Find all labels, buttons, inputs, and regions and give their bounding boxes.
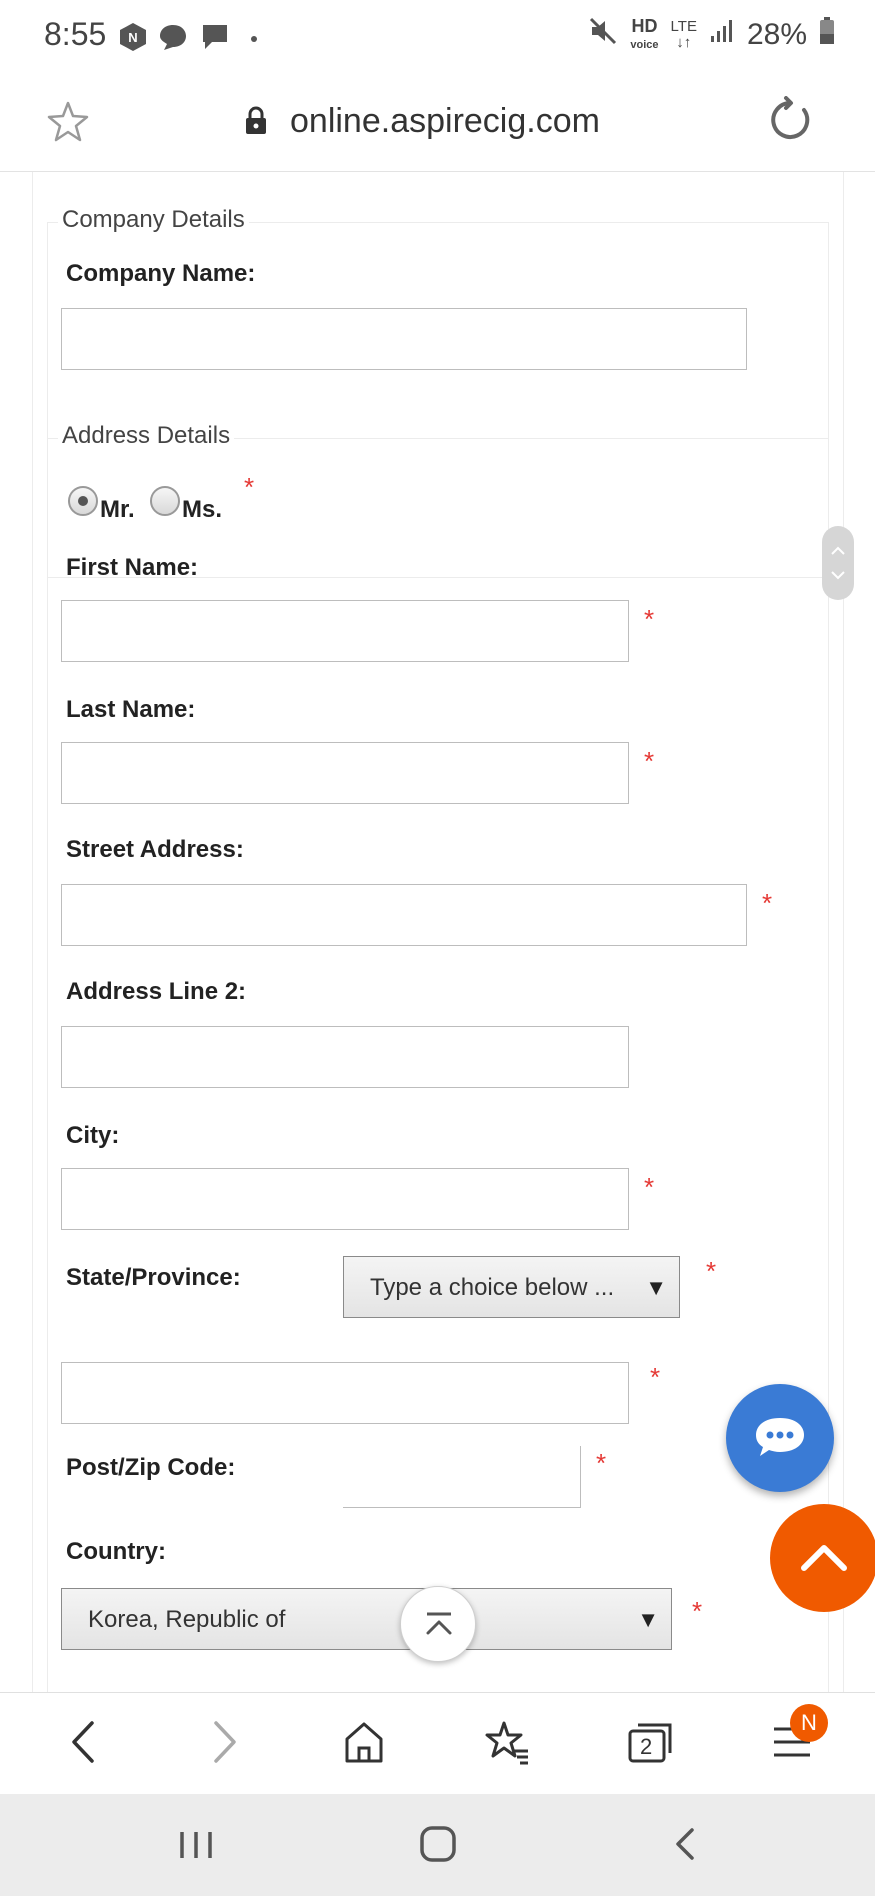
country-select-value: Korea, Republic of [88, 1606, 286, 1633]
company-name-input[interactable] [61, 308, 747, 370]
street-address-label: Street Address: [66, 836, 244, 863]
address-bar[interactable]: online.aspirecig.com [0, 72, 875, 172]
country-required-mark: * [692, 1596, 703, 1626]
state-text-required-mark: * [650, 1362, 661, 1392]
radio-ms[interactable] [150, 486, 180, 516]
address-details-legend: Address Details [58, 422, 235, 450]
browser-toolbar: 2 [0, 1692, 875, 1794]
first-name-required-mark: * [644, 604, 655, 634]
battery-percent: 28% [746, 18, 807, 51]
state-province-label: State/Province: [66, 1264, 241, 1291]
message-bubble-icon [158, 22, 188, 57]
lock-icon [244, 106, 268, 141]
company-name-label: Company Name: [66, 260, 256, 287]
radio-mr[interactable] [68, 486, 98, 516]
double-chevron-up-icon [423, 1609, 455, 1646]
tabs-icon[interactable]: 2 [626, 1717, 674, 1772]
lte-label: LTE [670, 18, 697, 35]
home-button-icon[interactable] [418, 1824, 458, 1869]
reload-icon[interactable] [766, 96, 814, 149]
chat-bubble-icon [752, 1414, 808, 1467]
chevron-up-icon [798, 1538, 850, 1579]
dropdown-arrow-icon: ▼ [645, 1275, 667, 1300]
status-time: 8:55 [44, 16, 107, 52]
url-text[interactable]: online.aspirecig.com [290, 102, 600, 141]
chat-notification-icon [200, 22, 230, 57]
signal-icon [709, 18, 735, 52]
post-zip-code-label: Post/Zip Code: [66, 1454, 236, 1481]
company-details-legend: Company Details [58, 206, 249, 234]
scroll-handle[interactable] [822, 526, 854, 600]
back-to-top-button[interactable] [770, 1504, 875, 1612]
last-name-label: Last Name: [66, 696, 196, 723]
lte-icon: LTE ↓↑ [670, 18, 697, 51]
first-name-input[interactable] [61, 600, 629, 662]
city-input[interactable] [61, 1168, 629, 1230]
street-address-required-mark: * [762, 888, 773, 918]
radio-ms-label: Ms. [182, 496, 223, 523]
last-name-input[interactable] [61, 742, 629, 804]
voice-label: voice [630, 38, 659, 51]
last-name-required-mark: * [644, 746, 655, 776]
state-province-select[interactable]: Type a choice below ... ▼ [343, 1256, 680, 1318]
radio-mr-label: Mr. [100, 496, 135, 523]
street-address-input[interactable] [61, 884, 747, 946]
forward-icon[interactable] [202, 1717, 246, 1772]
back-icon[interactable] [62, 1717, 106, 1772]
live-chat-button[interactable] [726, 1384, 834, 1492]
first-name-label: First Name: [66, 554, 199, 581]
country-label: Country: [66, 1538, 166, 1565]
status-indicators: HD voice LTE ↓↑ 28% [588, 16, 835, 54]
post-zip-code-input[interactable] [343, 1446, 581, 1508]
city-label: City: [66, 1122, 120, 1149]
city-required-mark: * [644, 1172, 655, 1202]
post-zip-code-required-mark: * [596, 1448, 607, 1478]
country-select[interactable]: Korea, Republic of ▼ [61, 1588, 672, 1650]
hd-voice-icon: HD voice [630, 15, 659, 53]
menu-notification-badge: N [790, 1704, 828, 1742]
state-select-value: Type a choice below ... [370, 1274, 615, 1301]
naver-notification-icon: N [118, 22, 148, 57]
hd-label: HD [631, 15, 658, 36]
bookmark-star-icon[interactable] [46, 100, 90, 149]
status-bar: 8:55 N HD voice LTE ↓↑ 28% [0, 0, 875, 72]
recent-apps-icon[interactable] [176, 1828, 216, 1867]
battery-icon [819, 17, 835, 53]
system-nav-bar [0, 1794, 875, 1896]
system-back-icon[interactable] [670, 1824, 700, 1869]
title-required-mark: * [244, 472, 255, 502]
bookmarks-icon[interactable] [484, 1717, 532, 1772]
dot-icon [250, 30, 258, 48]
address-line-2-label: Address Line 2: [66, 978, 247, 1005]
scroll-to-top-button[interactable] [400, 1586, 476, 1662]
mute-icon [588, 16, 618, 54]
state-text-input[interactable] [61, 1362, 629, 1424]
svg-text:N: N [128, 30, 137, 45]
tabs-count: 2 [640, 1734, 653, 1759]
state-required-mark: * [706, 1256, 717, 1286]
home-icon[interactable] [342, 1717, 386, 1772]
address-line-2-input[interactable] [61, 1026, 629, 1088]
dropdown-arrow-icon: ▼ [637, 1607, 659, 1632]
